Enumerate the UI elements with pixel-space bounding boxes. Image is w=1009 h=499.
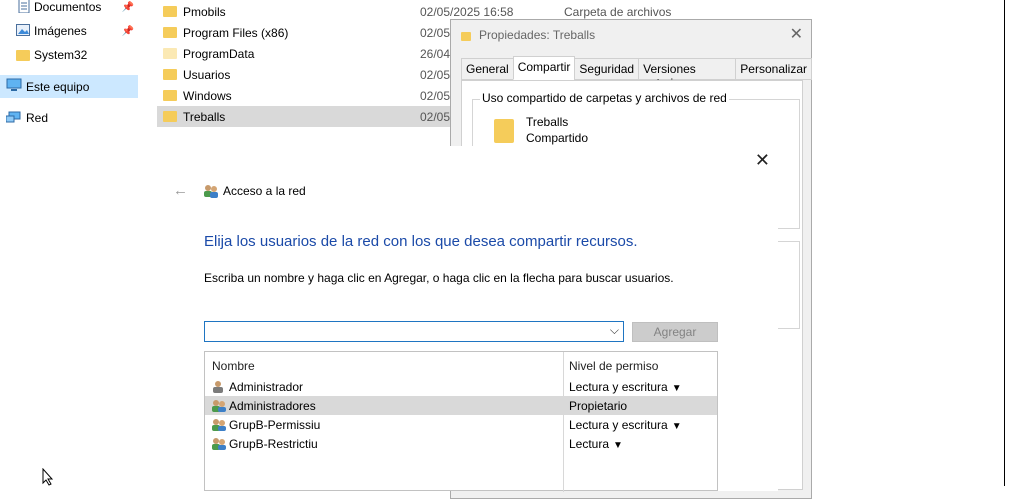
permission-dropdown[interactable]: Lectura ▼ — [569, 437, 623, 451]
nav-item-red[interactable]: Red — [0, 107, 138, 129]
tab-general[interactable]: General — [461, 58, 514, 80]
user-name: GrupB-Permissiu — [229, 418, 321, 432]
users-icon — [203, 184, 219, 201]
chevron-down-icon[interactable]: ⌵ — [610, 323, 619, 338]
dialog-instruction: Escriba un nombre y haga clic en Agregar… — [204, 271, 674, 285]
dialog-title: Acceso a la red — [223, 184, 306, 198]
network-access-dialog: ✕ ← Acceso a la red Elija los usuarios d… — [141, 146, 778, 492]
file-date: 02/05/ — [420, 26, 454, 40]
tab-compartir[interactable]: Compartir — [512, 56, 576, 80]
nav-item-system32[interactable]: System32 — [0, 44, 138, 66]
folder-icon — [163, 69, 177, 80]
user-name: Administrador — [229, 380, 304, 394]
file-row-usuarios[interactable]: Usuarios — [157, 64, 457, 85]
add-button[interactable]: Agregar — [632, 322, 718, 342]
tab-personalizar[interactable]: Personalizar — [735, 58, 812, 80]
caret-down-icon: ▼ — [613, 440, 623, 451]
file-name: Program Files (x86) — [183, 25, 289, 40]
file-date: 02/05/ — [420, 68, 454, 82]
pictures-icon — [16, 23, 30, 39]
file-name: Usuarios — [183, 67, 231, 82]
properties-title: Propiedades: Treballs — [479, 28, 596, 42]
file-date: 02/05/ — [420, 110, 454, 124]
column-header-nivel-permiso[interactable]: Nivel de permiso — [569, 359, 658, 373]
permission-level: Lectura — [569, 437, 610, 451]
back-arrow-icon[interactable]: ← — [173, 182, 188, 199]
folder-icon — [163, 6, 177, 17]
permission-dropdown[interactable]: Lectura y escritura ▼ — [569, 380, 682, 394]
column-header-nombre[interactable]: Nombre — [212, 359, 255, 373]
file-date: 02/05/2025 16:58 — [420, 5, 514, 19]
nav-item-label: Este equipo — [26, 79, 90, 94]
share-name: Treballs — [526, 115, 569, 129]
folder-icon — [163, 48, 177, 59]
documents-icon — [18, 0, 30, 16]
file-row-programdata[interactable]: ProgramData — [157, 43, 457, 64]
permission-dropdown[interactable]: Lectura y escritura ▼ — [569, 418, 682, 432]
file-row-pmobils[interactable]: Pmobils — [157, 1, 457, 22]
file-name: ProgramData — [183, 46, 255, 61]
nav-item-label: Red — [26, 111, 49, 125]
nav-item-documentos[interactable]: Documentos 📌 — [0, 0, 138, 18]
user-name: GrupB-Restrictiu — [229, 437, 318, 451]
computer-icon — [6, 78, 22, 95]
file-date: 26/04/ — [420, 47, 454, 61]
caret-down-icon: ▼ — [671, 421, 682, 432]
network-icon — [5, 110, 22, 127]
nav-item-label: Documentos — [34, 0, 102, 14]
table-row[interactable]: Administrador Lectura y escritura ▼ — [205, 377, 717, 396]
table-row[interactable]: GrupB-Permissiu Lectura y escritura ▼ — [205, 415, 717, 434]
permission-level: Lectura y escritura — [569, 418, 668, 432]
folder-icon — [163, 111, 177, 122]
pin-icon: 📌 — [121, 1, 134, 13]
group-icon — [211, 437, 227, 453]
user-name-combobox[interactable]: ⌵ — [204, 321, 624, 342]
nav-item-imagenes[interactable]: Imágenes 📌 — [0, 20, 138, 42]
caret-down-icon: ▼ — [671, 383, 682, 394]
file-date: 02/05/ — [420, 89, 454, 103]
table-row[interactable]: GrupB-Restrictiu Lectura ▼ — [205, 434, 717, 453]
nav-item-este-equipo[interactable]: Este equipo — [0, 75, 138, 98]
nav-item-label: System32 — [34, 48, 88, 62]
file-type: Carpeta de archivos — [564, 5, 672, 19]
share-status: Compartido — [526, 131, 589, 145]
user-icon — [211, 380, 225, 396]
pin-icon: 📌 — [121, 25, 134, 37]
group-icon — [211, 418, 227, 434]
navigation-pane: Documentos 📌 Imágenes 📌 System32 Este eq… — [0, 0, 140, 486]
tab-versiones-anteriores[interactable]: Versiones anteriores — [638, 58, 737, 90]
file-name: Windows — [183, 88, 232, 103]
file-row-program-files-x86[interactable]: Program Files (x86) — [157, 22, 457, 43]
window-edge — [1004, 0, 1009, 486]
properties-tabs: General Compartir Seguridad Versiones an… — [461, 56, 812, 90]
permission-level: Propietario — [569, 399, 628, 413]
tab-seguridad[interactable]: Seguridad — [574, 58, 640, 80]
user-name: Administradores — [229, 399, 316, 413]
dialog-heading: Elija los usuarios de la red con los que… — [204, 233, 638, 250]
file-name: Pmobils — [183, 4, 226, 19]
close-icon[interactable]: ✕ — [755, 150, 770, 171]
close-icon[interactable]: ✕ — [790, 24, 803, 44]
permissions-list: Nombre Nivel de permiso Administrador Le… — [204, 351, 718, 492]
folder-icon — [461, 30, 471, 44]
group-icon — [211, 399, 227, 415]
nav-item-label: Imágenes — [34, 24, 87, 38]
folder-icon — [494, 119, 514, 143]
folder-icon — [16, 49, 30, 61]
permission-level: Lectura y escritura — [569, 380, 668, 394]
file-row-treballs[interactable]: Treballs — [157, 106, 457, 127]
folder-icon — [163, 90, 177, 101]
folder-icon — [163, 27, 177, 38]
table-row[interactable]: Administradores Propietario — [205, 396, 717, 415]
file-row-windows[interactable]: Windows — [157, 85, 457, 106]
file-name: Treballs — [183, 109, 226, 124]
group-title: Uso compartido de carpetas y archivos de… — [480, 91, 729, 105]
